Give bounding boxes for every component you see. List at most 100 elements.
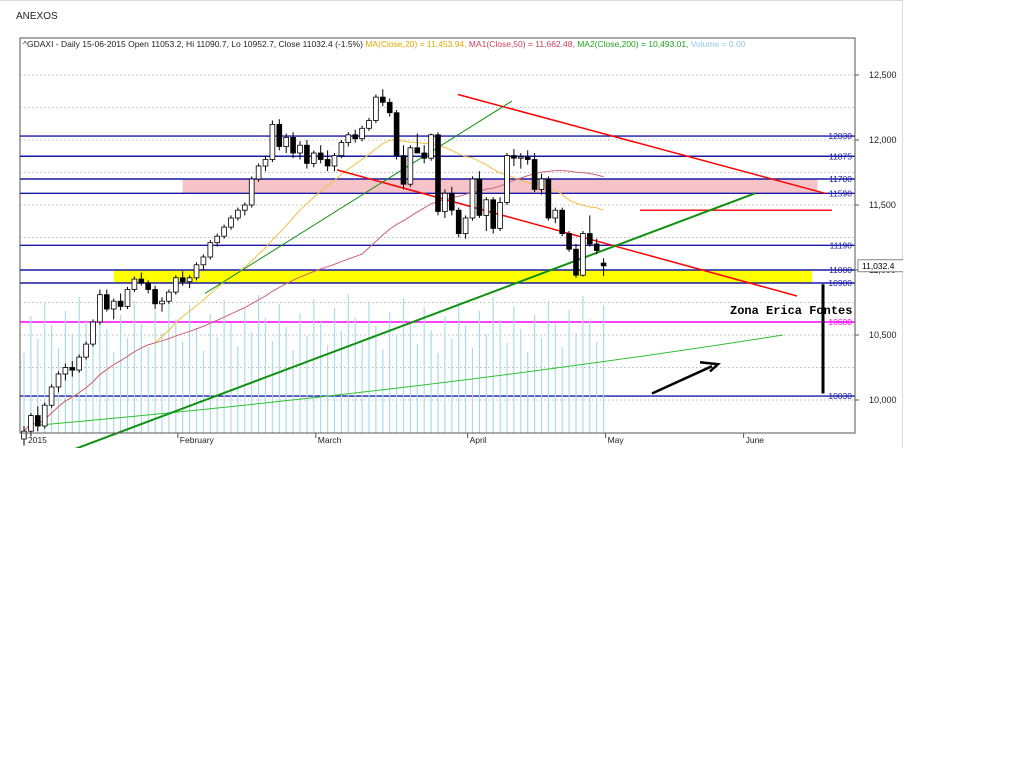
- candle-up: [214, 235, 221, 244]
- candle-down: [324, 159, 331, 167]
- candle-up: [221, 226, 227, 237]
- header-volume: Volume = 0.00: [691, 39, 746, 49]
- candle-down: [386, 101, 393, 114]
- candle-down: [524, 156, 531, 160]
- candle-up: [83, 343, 89, 358]
- candle-down: [566, 233, 572, 250]
- candle-up: [97, 294, 103, 323]
- candle-up: [497, 201, 503, 229]
- candle-down: [317, 152, 324, 160]
- candle-up: [207, 242, 214, 258]
- candle-down: [179, 277, 186, 283]
- candle-up: [262, 159, 269, 167]
- date-tick-label: February: [180, 435, 215, 445]
- candle-up: [131, 278, 138, 290]
- level-label-10030: 10030: [828, 391, 852, 401]
- candle-down: [455, 209, 462, 234]
- candle-up: [159, 300, 165, 305]
- candle-down: [352, 134, 358, 140]
- zona-annotation: Zona Erica Fontes: [730, 304, 852, 318]
- price-tick-label: 11,500: [869, 200, 896, 210]
- candle-down: [290, 137, 296, 154]
- candle-up: [366, 120, 372, 129]
- level-label-10600: 10600: [828, 317, 852, 327]
- candle-down: [35, 415, 41, 427]
- candle-up: [407, 147, 414, 185]
- candle-up: [241, 204, 248, 211]
- level-label-11875: 11875: [829, 151, 852, 161]
- candle-up: [504, 155, 510, 203]
- candle-up: [462, 217, 469, 234]
- candle-up: [28, 415, 34, 432]
- last-price-label: 11,032.4: [862, 261, 895, 271]
- candle-up: [518, 156, 524, 159]
- candle-up: [283, 137, 289, 147]
- candle-up: [442, 192, 448, 212]
- page-header: ANEXOS: [0, 0, 903, 30]
- price-tick-label: 10,500: [869, 330, 897, 340]
- candle-down: [559, 209, 565, 234]
- header-ma1: MA1(Close,50) = 11,662.48,: [469, 39, 575, 49]
- candle-up: [248, 178, 255, 206]
- candle-down: [117, 300, 124, 307]
- candle-up: [124, 289, 131, 307]
- candle-down: [545, 178, 552, 219]
- candle-up: [469, 178, 476, 219]
- chart-frame: 12030 11875 11700 11590 11190 11000 10900 10600…: [0, 30, 905, 470]
- page-title: ANEXOS: [16, 11, 58, 22]
- candle-up: [172, 277, 179, 293]
- candle-down: [69, 367, 76, 371]
- candle-down: [435, 134, 441, 212]
- candle-down: [511, 155, 517, 159]
- candle-up: [297, 144, 303, 154]
- level-label-11190: 11190: [830, 240, 853, 250]
- candle-down: [414, 147, 421, 154]
- candle-down: [393, 112, 400, 156]
- candle-up: [580, 233, 586, 276]
- header-ma2: MA2(Close,200) = 10,493.01,: [577, 39, 688, 49]
- candle-up: [428, 134, 434, 159]
- candle-down: [600, 262, 607, 267]
- candle-up: [41, 404, 48, 427]
- candle-down: [138, 278, 145, 284]
- candle-up: [338, 142, 345, 156]
- candle-down: [448, 192, 455, 211]
- candle-down: [593, 243, 600, 251]
- level-label-12030: 12030: [828, 131, 852, 141]
- date-tick-label: 2015: [28, 435, 47, 445]
- candle-down: [490, 199, 496, 229]
- date-tick-label: May: [608, 435, 625, 445]
- candle-up: [310, 152, 317, 164]
- header-prefix: ^GDAXI - Daily 15-06-2015 Open 11053.2, …: [23, 39, 363, 49]
- date-axis: 2015 February March April May June: [20, 432, 855, 445]
- candle-down: [152, 289, 158, 305]
- level-label-11000: 11000: [829, 265, 852, 275]
- candle-down: [573, 248, 579, 276]
- candle-down: [421, 152, 427, 159]
- candle-down: [531, 159, 538, 190]
- candle-up: [552, 209, 559, 219]
- chart-header: ^GDAXI - Daily 15-06-2015 Open 11053.2, …: [23, 39, 746, 49]
- date-tick-label: March: [318, 435, 342, 445]
- candle-up: [345, 134, 352, 144]
- candle-up: [110, 300, 117, 310]
- candle-up: [48, 386, 55, 406]
- candle-down: [304, 144, 310, 164]
- candle-up: [331, 155, 338, 167]
- candle-up: [62, 367, 69, 375]
- candle-up: [373, 96, 379, 121]
- candle-up: [359, 127, 365, 140]
- candle-up: [193, 264, 200, 279]
- candle-up: [90, 321, 96, 345]
- candle-up: [55, 373, 62, 388]
- price-tick-label: 12,500: [869, 70, 897, 80]
- candle-up: [166, 291, 172, 302]
- candle-up: [235, 209, 241, 219]
- candle-down: [587, 233, 593, 245]
- date-tick-label: June: [746, 435, 765, 445]
- dax-daily-chart: 12030 11875 11700 11590 11190 11000 10900 10600…: [19, 37, 905, 470]
- candle-up: [269, 124, 276, 160]
- candle-up: [538, 178, 545, 190]
- date-tick-label: April: [470, 435, 487, 445]
- level-label-11700: 11700: [829, 174, 852, 184]
